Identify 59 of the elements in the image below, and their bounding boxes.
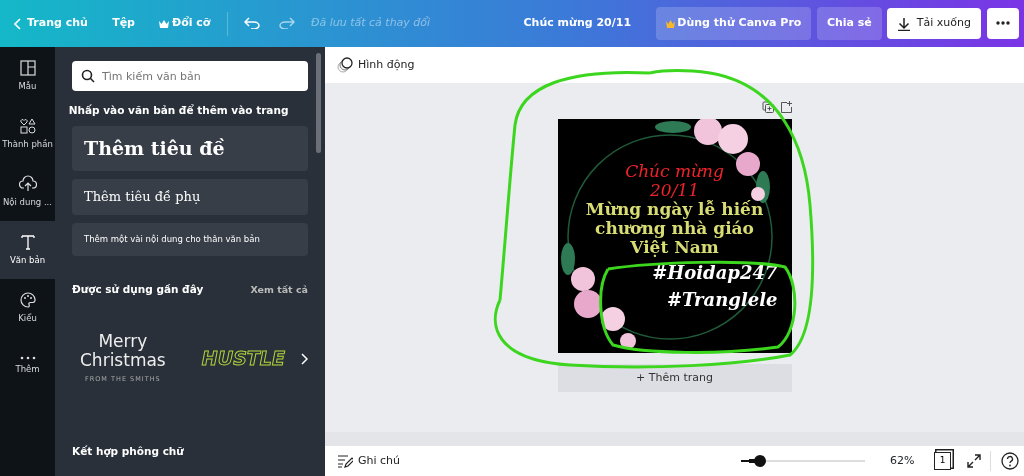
search-field[interactable]: Tìm kiếm văn bản bbox=[72, 61, 308, 91]
download-button[interactable]: Tải xuống bbox=[887, 8, 981, 39]
design-text: Việt Nam bbox=[630, 238, 719, 258]
horizontal-scrollbar[interactable] bbox=[325, 432, 1024, 446]
sidebar-tab[interactable]: Thành phần bbox=[0, 105, 55, 163]
design-text: chương nhà giáo bbox=[595, 219, 755, 239]
scrollbar[interactable] bbox=[316, 53, 321, 153]
fullscreen-icon[interactable] bbox=[966, 454, 981, 468]
sidebar-tab[interactable]: Mẫu bbox=[0, 47, 55, 105]
share-button[interactable]: Chia sẻ bbox=[816, 7, 882, 40]
sidebar-tab[interactable]: Thêm bbox=[0, 337, 55, 395]
save-status: Đã lưu tất cả thay đổi bbox=[310, 15, 431, 32]
zoom-level: 62% bbox=[890, 452, 915, 469]
sidebar-tab[interactable]: Nội dung ... bbox=[0, 163, 55, 221]
text-preset[interactable]: Thêm tiêu đề bbox=[72, 125, 308, 171]
add-page-icon[interactable] bbox=[779, 101, 792, 113]
download-icon bbox=[897, 16, 912, 31]
design-text: Chúc mừng bbox=[624, 162, 725, 182]
back-icon bbox=[13, 17, 22, 30]
text-icon bbox=[18, 233, 37, 252]
layout-icon bbox=[18, 59, 37, 78]
palette-icon bbox=[18, 291, 37, 310]
crown-icon bbox=[665, 19, 675, 28]
notes-button[interactable]: Ghi chú bbox=[330, 451, 407, 471]
add-page-button[interactable]: + Thêm trang bbox=[557, 364, 792, 392]
slider-thumb[interactable] bbox=[754, 455, 767, 467]
text-preset[interactable]: Thêm một vài nội dung cho thân văn bản bbox=[72, 222, 308, 256]
instruction-text: Nhấp vào văn bản để thêm vào trang bbox=[67, 103, 290, 118]
sidebar-tab[interactable]: Văn bản bbox=[0, 221, 55, 279]
chevron-right-icon[interactable] bbox=[301, 352, 308, 365]
notes-icon bbox=[336, 454, 353, 468]
section-title: Kết hợp phông chữ bbox=[72, 443, 185, 459]
zoom-slider[interactable] bbox=[748, 455, 865, 467]
font-style-sample[interactable]: HUSTLE bbox=[181, 344, 285, 373]
cloud-upload-icon bbox=[18, 175, 37, 194]
redo-icon bbox=[278, 17, 295, 30]
more-icon bbox=[19, 356, 36, 361]
section-title: Được sử dụng gần đây bbox=[72, 281, 204, 297]
design-text: #Tranglele bbox=[665, 289, 779, 310]
see-all-link[interactable]: Xem tất cả bbox=[250, 282, 308, 297]
crown-icon bbox=[159, 19, 170, 28]
sample-text: Christmas bbox=[80, 351, 166, 370]
text-preset[interactable]: Thêm tiêu đề phụ bbox=[72, 178, 308, 215]
duplicate-icon[interactable] bbox=[762, 101, 774, 113]
animate-icon bbox=[336, 57, 353, 73]
shapes-icon bbox=[18, 117, 37, 136]
document-title[interactable]: Chúc mừng 20/11 bbox=[515, 11, 640, 36]
animate-button[interactable]: Hình động bbox=[330, 55, 421, 75]
page-count-button[interactable]: 1 bbox=[934, 452, 951, 470]
sidebar-tab[interactable]: Kiểu bbox=[0, 279, 55, 337]
more-button[interactable] bbox=[986, 8, 1019, 39]
sample-text: Merry bbox=[98, 332, 148, 352]
design-text: 20/11 bbox=[649, 181, 699, 201]
upgrade-button[interactable]: Dùng thử Canva Pro bbox=[655, 7, 812, 40]
design-text: Mừng ngày lễ hiến bbox=[584, 200, 765, 220]
minus-icon bbox=[740, 459, 749, 463]
help-icon[interactable] bbox=[1000, 452, 1019, 470]
undo-icon bbox=[243, 17, 260, 30]
design-text: #Hoidap247 bbox=[651, 263, 779, 284]
